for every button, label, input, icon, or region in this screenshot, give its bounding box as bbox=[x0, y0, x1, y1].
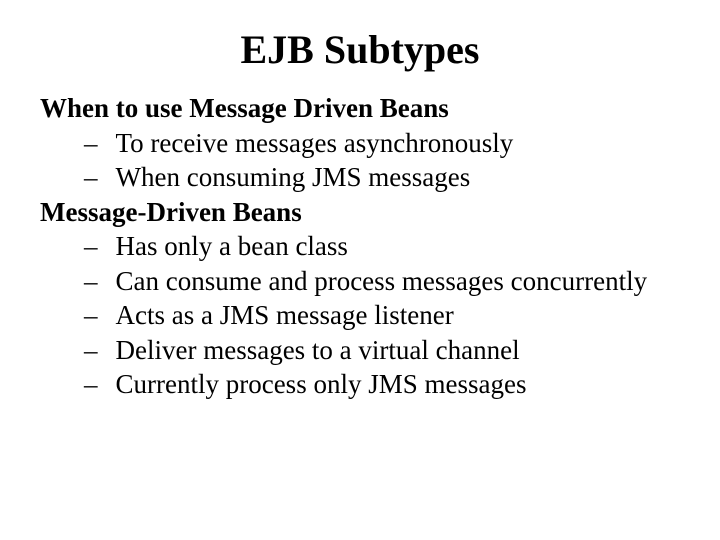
slide: EJB Subtypes When to use Message Driven … bbox=[0, 0, 720, 540]
dash-icon: – bbox=[84, 298, 116, 333]
section-heading: Message-Driven Beans bbox=[40, 195, 680, 230]
dash-icon: – bbox=[84, 229, 116, 264]
list-item: – To receive messages asynchronously bbox=[40, 126, 680, 161]
bullet-text: Deliver messages to a virtual channel bbox=[116, 333, 681, 368]
slide-body: When to use Message Driven Beans – To re… bbox=[40, 91, 680, 402]
section-heading: When to use Message Driven Beans bbox=[40, 91, 680, 126]
bullet-text: Has only a bean class bbox=[116, 229, 681, 264]
dash-icon: – bbox=[84, 264, 116, 299]
list-item: – Currently process only JMS messages bbox=[40, 367, 680, 402]
bullet-text: Can consume and process messages concurr… bbox=[116, 264, 681, 299]
list-item: – Deliver messages to a virtual channel bbox=[40, 333, 680, 368]
bullet-text: Currently process only JMS messages bbox=[116, 367, 681, 402]
dash-icon: – bbox=[84, 367, 116, 402]
slide-title: EJB Subtypes bbox=[40, 26, 680, 73]
dash-icon: – bbox=[84, 126, 116, 161]
list-item: – Can consume and process messages concu… bbox=[40, 264, 680, 299]
dash-icon: – bbox=[84, 160, 116, 195]
bullet-text: Acts as a JMS message listener bbox=[116, 298, 681, 333]
bullet-text: When consuming JMS messages bbox=[116, 160, 681, 195]
dash-icon: – bbox=[84, 333, 116, 368]
list-item: – Acts as a JMS message listener bbox=[40, 298, 680, 333]
list-item: – When consuming JMS messages bbox=[40, 160, 680, 195]
list-item: – Has only a bean class bbox=[40, 229, 680, 264]
bullet-text: To receive messages asynchronously bbox=[116, 126, 681, 161]
